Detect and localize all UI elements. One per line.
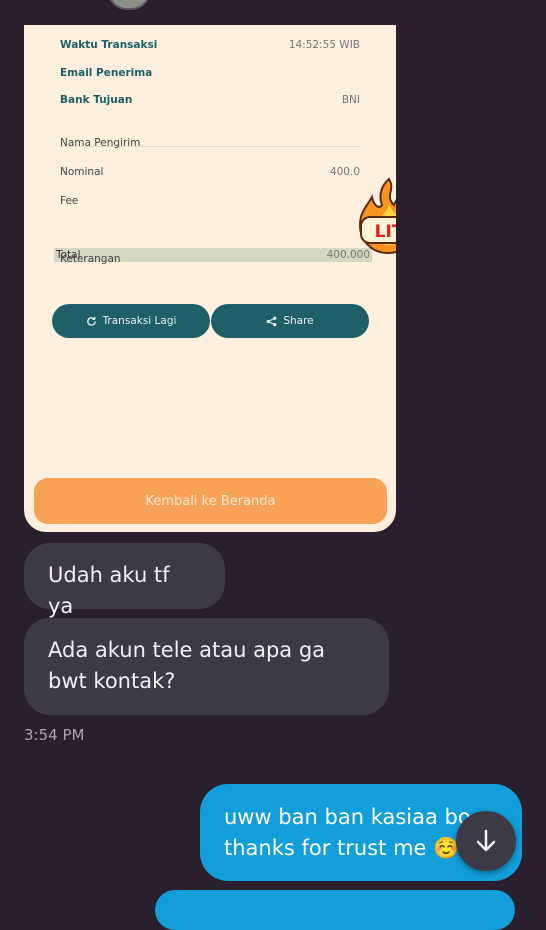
sender-avatar[interactable] — [107, 0, 151, 10]
transaksi-lagi-button[interactable]: Transaksi Lagi — [52, 304, 210, 338]
share-button[interactable]: Share — [211, 304, 369, 338]
scroll-to-bottom-button[interactable] — [456, 811, 516, 871]
message-timestamp: 3:54 PM — [24, 726, 85, 744]
receipt-row-bank: Bank Tujuan BNI — [60, 94, 360, 106]
fire-sticker: LIT — [358, 177, 396, 255]
receipt-row-nominal: Nominal 400.0 — [60, 166, 360, 178]
incoming-message[interactable]: Ada akun tele atau apa ga bwt kontak? — [24, 618, 389, 715]
refresh-icon — [86, 316, 96, 326]
outgoing-message-partial[interactable] — [155, 890, 515, 930]
receipt-row-fee: Fee — [60, 195, 79, 207]
receipt-row-email: Email Penerima — [60, 67, 153, 79]
receipt-row-sender: Nama Pengirim — [60, 137, 141, 149]
incoming-message[interactable]: Udah aku tf ya — [24, 543, 225, 618]
receipt-image[interactable]: Waktu Transaksi 14:52:55 WIB Email Pener… — [24, 25, 396, 532]
receipt-row-time: Waktu Transaksi 14:52:55 WIB — [60, 39, 360, 51]
sticker-text: LIT — [375, 222, 396, 242]
arrow-down-icon — [476, 829, 496, 852]
kembali-ke-beranda-button[interactable]: Kembali ke Beranda — [34, 478, 387, 524]
share-icon — [266, 316, 277, 326]
receipt-row-keterangan: Keterangan — [60, 253, 121, 265]
